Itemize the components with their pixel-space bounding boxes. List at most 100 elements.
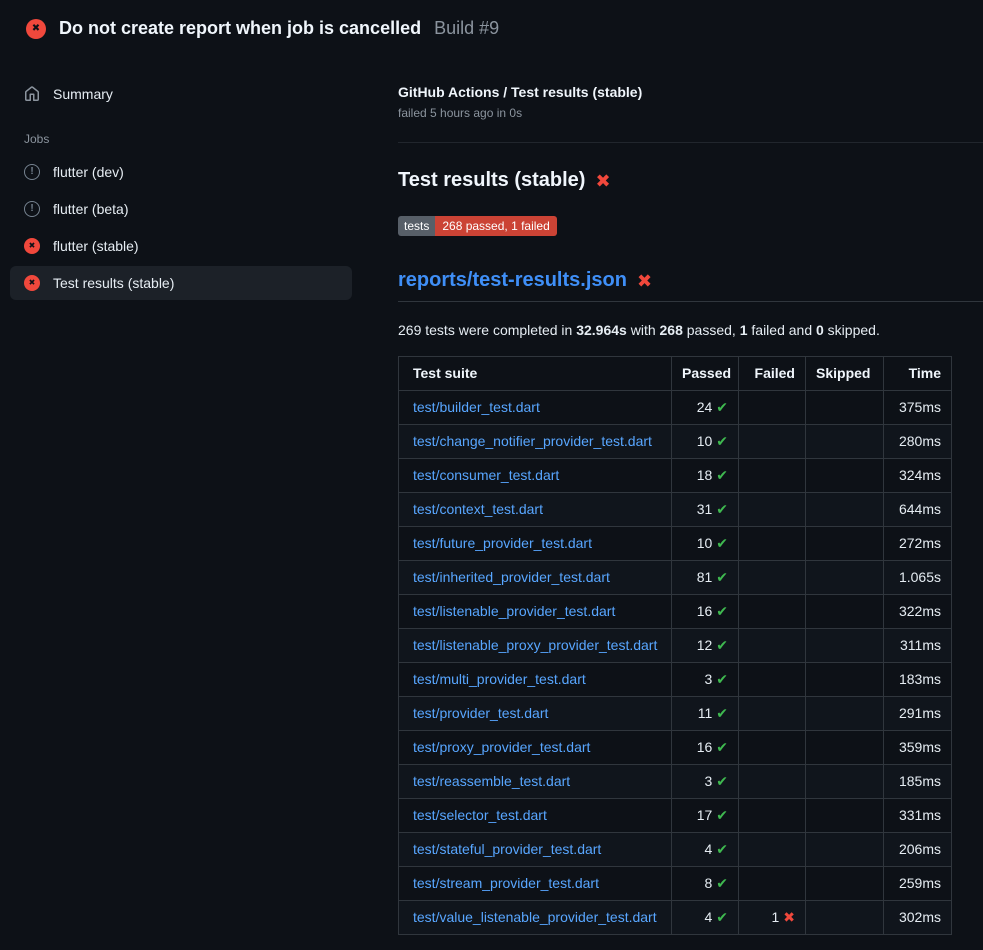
x-icon: ✖	[783, 909, 795, 925]
run-status-line: failed 5 hours ago in 0s	[398, 106, 983, 120]
test-suite-link[interactable]: test/stateful_provider_test.dart	[413, 841, 601, 857]
passed-cell: 3✔	[672, 765, 739, 799]
test-suite-link[interactable]: test/inherited_provider_test.dart	[413, 569, 610, 585]
sidebar-item-flutter-stable[interactable]: ✖flutter (stable)	[10, 229, 352, 263]
summary-part: 269 tests were completed in	[398, 322, 576, 338]
test-suite-cell: test/multi_provider_test.dart	[399, 663, 672, 697]
run-failed-status-icon: ✖	[26, 19, 46, 39]
passed-cell: 8✔	[672, 867, 739, 901]
test-suite-link[interactable]: test/change_notifier_provider_test.dart	[413, 433, 652, 449]
check-icon: ✔	[716, 535, 728, 551]
report-title: reports/test-results.json ✖	[398, 269, 983, 302]
check-icon: ✔	[716, 773, 728, 789]
failed-cell	[739, 425, 806, 459]
summary-part: with	[627, 322, 660, 338]
sidebar: Summary Jobs ! flutter (dev) !flutter (bet…	[0, 54, 380, 303]
test-suite-link[interactable]: test/consumer_test.dart	[413, 467, 559, 483]
test-suite-link[interactable]: test/context_test.dart	[413, 501, 543, 517]
check-icon: ✔	[716, 501, 728, 517]
check-icon: ✔	[716, 875, 728, 891]
time-cell: 280ms	[884, 425, 952, 459]
check-icon: ✔	[716, 841, 728, 857]
sidebar-item-label: Summary	[53, 86, 113, 102]
test-suite-link[interactable]: test/provider_test.dart	[413, 705, 548, 721]
test-suite-link[interactable]: test/stream_provider_test.dart	[413, 875, 599, 891]
failed-x-icon: ✖	[595, 172, 610, 190]
time-cell: 324ms	[884, 459, 952, 493]
table-row: test/builder_test.dart24✔375ms	[399, 391, 952, 425]
jobs-list: ! flutter (dev) !flutter (beta)✖flutter (s…	[10, 155, 352, 300]
check-icon: ✔	[716, 433, 728, 449]
test-suite-link[interactable]: test/proxy_provider_test.dart	[413, 739, 590, 755]
passed-cell: 3✔	[672, 663, 739, 697]
test-suite-link[interactable]: test/multi_provider_test.dart	[413, 671, 586, 687]
sidebar-item-flutter-dev[interactable]: ! flutter (dev)	[10, 155, 352, 189]
test-suite-link[interactable]: test/value_listenable_provider_test.dart	[413, 909, 657, 925]
skipped-cell	[806, 765, 884, 799]
test-suite-link[interactable]: test/listenable_proxy_provider_test.dart	[413, 637, 657, 653]
time-cell: 302ms	[884, 901, 952, 935]
failed-cell: 1✖	[739, 901, 806, 935]
test-suite-cell: test/builder_test.dart	[399, 391, 672, 425]
jobs-section-label: Jobs	[10, 111, 352, 155]
run-title: Do not create report when job is cancell…	[59, 18, 421, 39]
test-suite-link[interactable]: test/listenable_provider_test.dart	[413, 603, 615, 619]
run-header: ✖ Do not create report when job is cance…	[0, 0, 983, 54]
tests-badge: tests 268 passed, 1 failed	[398, 216, 557, 236]
cancelled-circle-icon: !	[24, 201, 40, 217]
test-results-table: Test suite Passed Failed Skipped Time te…	[398, 356, 952, 935]
failed-cell	[739, 663, 806, 697]
test-suite-cell: test/value_listenable_provider_test.dart	[399, 901, 672, 935]
time-cell: 259ms	[884, 867, 952, 901]
column-header-test-suite: Test suite	[399, 357, 672, 391]
test-suite-link[interactable]: test/builder_test.dart	[413, 399, 540, 415]
table-row: test/value_listenable_provider_test.dart…	[399, 901, 952, 935]
check-icon: ✔	[716, 399, 728, 415]
sidebar-item-test-results-stable[interactable]: ✖Test results (stable)	[10, 266, 352, 300]
passed-cell: 16✔	[672, 731, 739, 765]
sidebar-item-label: flutter (dev)	[53, 164, 124, 180]
passed-cell: 4✔	[672, 833, 739, 867]
report-link[interactable]: reports/test-results.json	[398, 269, 627, 292]
home-icon	[24, 86, 40, 102]
section-title-text: Test results (stable)	[398, 169, 585, 192]
test-suite-cell: test/provider_test.dart	[399, 697, 672, 731]
check-icon: ✔	[716, 909, 728, 925]
skipped-cell	[806, 629, 884, 663]
column-header-time: Time	[884, 357, 952, 391]
failed-cell	[739, 867, 806, 901]
passed-cell: 10✔	[672, 527, 739, 561]
table-row: test/stream_provider_test.dart 8✔ 259ms	[399, 867, 952, 901]
summary-failed-count: 1	[740, 322, 748, 338]
summary-text: 269 tests were completed in 32.964s with…	[398, 322, 983, 338]
time-cell: 644ms	[884, 493, 952, 527]
failed-cell	[739, 391, 806, 425]
time-cell: 272ms	[884, 527, 952, 561]
failed-cell	[739, 527, 806, 561]
skipped-cell	[806, 425, 884, 459]
failed-cell	[739, 493, 806, 527]
section-divider	[398, 142, 983, 143]
test-suite-cell: test/listenable_provider_test.dart	[399, 595, 672, 629]
passed-cell: 18✔	[672, 459, 739, 493]
skipped-cell	[806, 731, 884, 765]
check-icon: ✔	[716, 637, 728, 653]
skipped-cell	[806, 561, 884, 595]
failed-cell	[739, 595, 806, 629]
summary-part: passed,	[683, 322, 740, 338]
test-suite-cell: test/listenable_proxy_provider_test.dart	[399, 629, 672, 663]
cancelled-circle-icon: !	[24, 164, 40, 180]
test-suite-cell: test/context_test.dart	[399, 493, 672, 527]
check-icon: ✔	[716, 739, 728, 755]
test-suite-link[interactable]: test/selector_test.dart	[413, 807, 547, 823]
time-cell: 331ms	[884, 799, 952, 833]
table-row: test/selector_test.dart17✔331ms	[399, 799, 952, 833]
breadcrumb: GitHub Actions / Test results (stable)	[398, 84, 983, 100]
column-header-passed: Passed	[672, 357, 739, 391]
test-suite-link[interactable]: test/future_provider_test.dart	[413, 535, 592, 551]
sidebar-item-flutter-beta[interactable]: !flutter (beta)	[10, 192, 352, 226]
sidebar-item-summary[interactable]: Summary	[10, 77, 352, 111]
passed-cell: 16✔	[672, 595, 739, 629]
test-suite-link[interactable]: test/reassemble_test.dart	[413, 773, 570, 789]
passed-cell: 12✔	[672, 629, 739, 663]
